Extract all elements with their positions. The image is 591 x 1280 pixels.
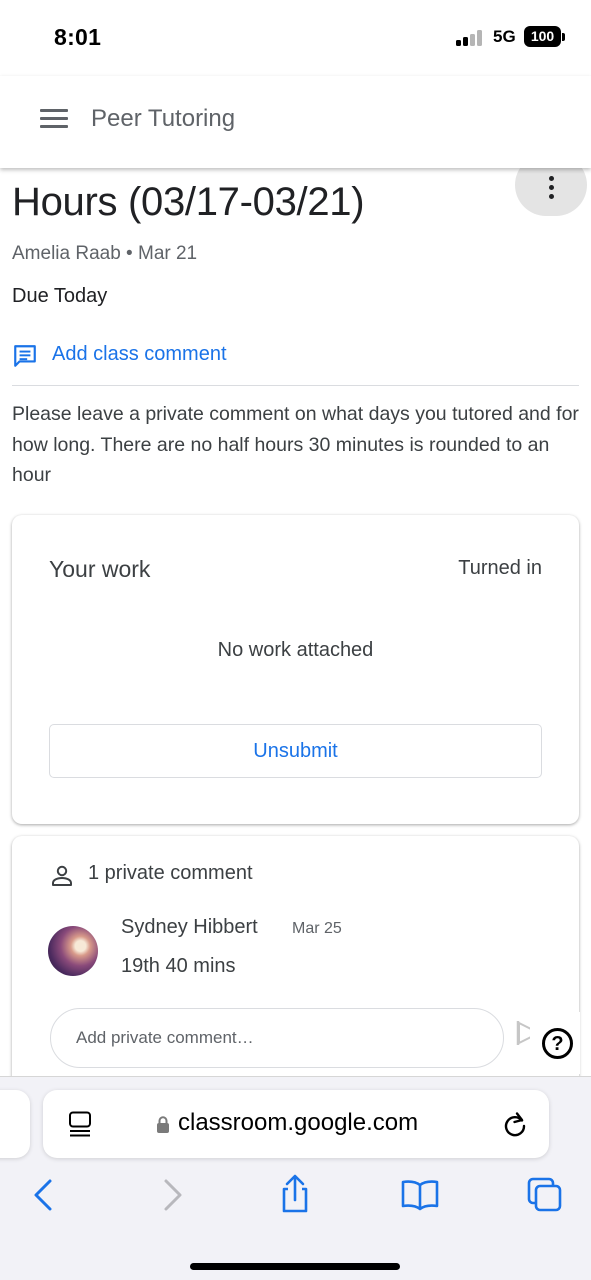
- browser-toolbar: classroom.google.com: [0, 1076, 591, 1280]
- private-comment-count: 1 private comment: [88, 862, 253, 884]
- url-text: classroom.google.com: [178, 1109, 419, 1136]
- comment-author: Sydney Hibbert: [121, 916, 258, 938]
- previous-tab[interactable]: [0, 1090, 30, 1158]
- address-bar[interactable]: classroom.google.com: [43, 1090, 549, 1158]
- your-work-title: Your work: [49, 556, 151, 582]
- lock-icon: [157, 1116, 169, 1133]
- help-button[interactable]: ?: [530, 1012, 580, 1074]
- unsubmit-button[interactable]: Unsubmit: [49, 724, 542, 778]
- comment-icon: [14, 345, 36, 367]
- battery-nub: [562, 33, 565, 41]
- comment-date: Mar 25: [292, 920, 342, 937]
- assignment-instructions: Please leave a private comment on what d…: [12, 403, 579, 486]
- status-bar: 8:01 5G 100: [0, 0, 591, 76]
- battery-icon: 100: [524, 26, 561, 47]
- app-header: Peer Tutoring: [0, 76, 591, 168]
- forward-icon[interactable]: [150, 1173, 194, 1217]
- comment-text: 19th 40 mins: [121, 955, 236, 977]
- reload-icon[interactable]: [502, 1110, 528, 1138]
- assignment-meta: Amelia Raab • Mar 21: [12, 243, 198, 264]
- avatar: [48, 926, 98, 976]
- status-time: 8:01: [54, 24, 102, 50]
- private-comments-card: 1 private comment Sydney Hibbert Mar 25 …: [12, 836, 579, 1076]
- divider: [12, 385, 579, 386]
- more-options-button[interactable]: [515, 168, 587, 216]
- class-name[interactable]: Peer Tutoring: [91, 105, 235, 133]
- hamburger-menu-icon[interactable]: [40, 109, 68, 129]
- assignment-content: Hours (03/17-03/21) Amelia Raab • Mar 21…: [0, 168, 591, 1076]
- work-status: Turned in: [458, 557, 542, 579]
- private-comment-input[interactable]: [50, 1008, 504, 1068]
- due-date: Due Today: [12, 285, 108, 307]
- page-menu-icon[interactable]: [68, 1111, 92, 1137]
- network-type: 5G: [493, 27, 516, 46]
- home-indicator[interactable]: [190, 1263, 400, 1270]
- bookmarks-icon[interactable]: [398, 1173, 442, 1217]
- assignment-title: Hours (03/17-03/21): [12, 180, 365, 224]
- share-icon[interactable]: [273, 1173, 317, 1217]
- add-class-comment-label: Add class comment: [52, 343, 227, 365]
- person-icon: [52, 865, 72, 886]
- tabs-icon[interactable]: [523, 1173, 567, 1217]
- no-work-attached-text: No work attached: [217, 639, 374, 661]
- cellular-signal-icon: [456, 30, 486, 46]
- your-work-card: Your work Turned in No work attached Uns…: [12, 515, 579, 824]
- back-icon[interactable]: [22, 1173, 66, 1217]
- help-icon: ?: [542, 1028, 573, 1059]
